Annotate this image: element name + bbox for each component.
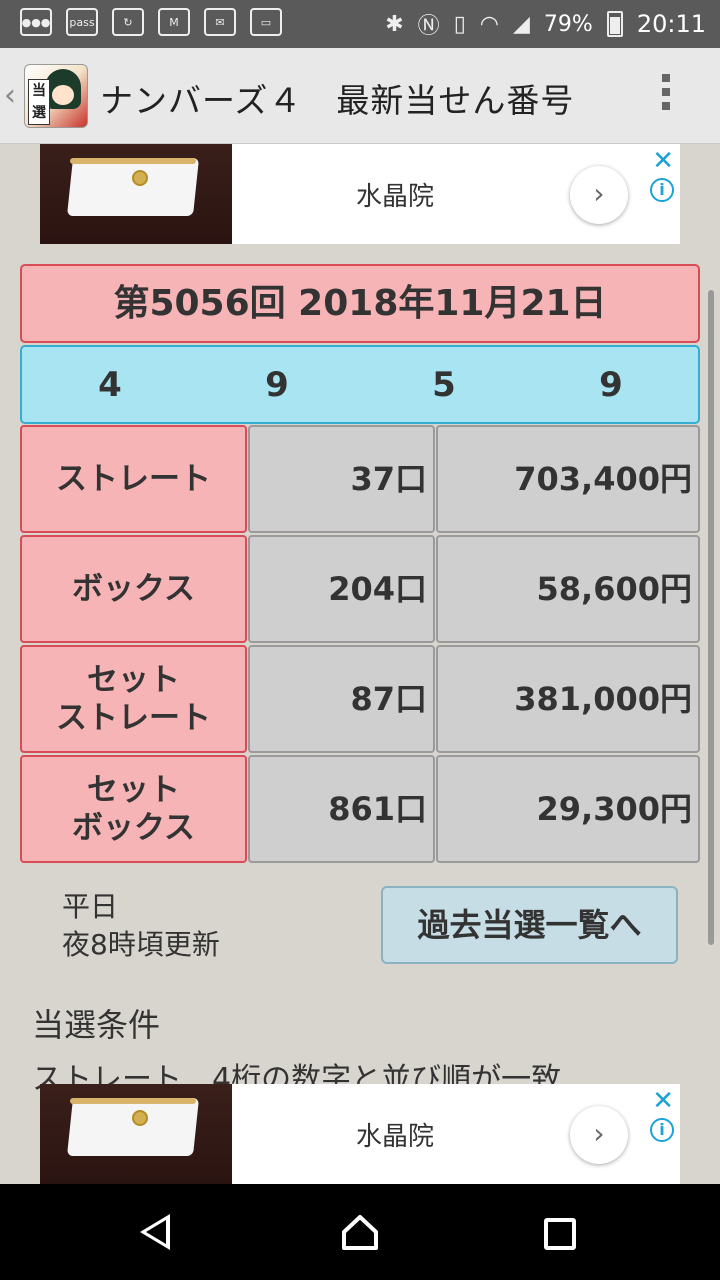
nav-home-icon[interactable] <box>340 1212 380 1252</box>
update-note-line2: 夜8時頃更新 <box>62 928 220 961</box>
ad-info-icon[interactable]: i <box>650 1118 674 1142</box>
prize-amount: 29,300円 <box>436 755 700 863</box>
conditions-title: 当選条件 <box>32 1006 161 1044</box>
pass-icon: pass <box>66 8 98 36</box>
prize-type-label: セット ボックス <box>20 755 247 863</box>
app-logo[interactable]: 当選 <box>24 64 88 128</box>
winner-count: 87口 <box>248 645 435 753</box>
nfc-icon: Ⓝ <box>417 14 440 39</box>
prize-amount: 381,000円 <box>436 645 700 753</box>
prize-type-label: ストレート <box>20 425 247 533</box>
winning-digit-3: 5 <box>432 365 456 405</box>
pass-label: pass <box>69 15 95 29</box>
overflow-menu-icon[interactable] <box>662 74 672 116</box>
prize-row-set-box: セット ボックス 861口 29,300円 <box>20 755 700 863</box>
winning-numbers: 4 9 5 9 <box>20 345 700 424</box>
clock: 20:11 <box>636 10 706 38</box>
bluetooth-icon: ✱ <box>385 11 404 37</box>
prize-amount: 58,600円 <box>436 535 700 643</box>
ad-close-icon[interactable]: ✕ <box>652 146 674 176</box>
ad-banner-top[interactable]: 水晶院 › ✕ i <box>40 144 680 244</box>
message-icon: ●●● <box>20 8 52 36</box>
prize-type-label: セット ストレート <box>20 645 247 753</box>
notification-icons: ●●● pass ↻ M ✉ ▭ <box>20 8 282 36</box>
app-bar: ‹ 当選 ナンバーズ４ 最新当せん番号 <box>0 48 720 144</box>
winning-digit-2: 9 <box>265 365 289 405</box>
prize-amount: 703,400円 <box>436 425 700 533</box>
ad-text: 水晶院 <box>356 1122 435 1152</box>
prize-type-label: ボックス <box>20 535 247 643</box>
winning-digit-4: 9 <box>599 365 623 405</box>
system-nav-bar <box>0 1184 720 1280</box>
ad-banner-bottom[interactable]: 水晶院 › ✕ i <box>40 1084 680 1184</box>
logo-card: 当選 <box>28 79 50 125</box>
scrollbar[interactable] <box>708 290 714 945</box>
past-results-button[interactable]: 過去当選一覧へ <box>381 886 678 964</box>
page-title: ナンバーズ４ 最新当せん番号 <box>100 81 575 120</box>
nav-recents-icon[interactable] <box>544 1218 576 1250</box>
ad-arrow-button[interactable]: › <box>570 166 628 224</box>
battery-percent: 79% <box>543 11 593 37</box>
wifi-icon: ◠ <box>479 11 499 37</box>
battery-icon <box>606 11 623 37</box>
ad-arrow-button[interactable]: › <box>570 1106 628 1164</box>
winning-digit-1: 4 <box>98 365 122 405</box>
sync-icon: ↻ <box>112 8 144 36</box>
logo-character-face <box>52 85 74 105</box>
prize-row-set-straight: セット ストレート 87口 381,000円 <box>20 645 700 753</box>
ad-wallet-image <box>40 1084 232 1184</box>
ad-close-icon[interactable]: ✕ <box>652 1086 674 1116</box>
draw-header: 第5056回 2018年11月21日 <box>20 264 700 343</box>
update-schedule-note: 平日 夜8時頃更新 <box>62 888 220 964</box>
mail-outline-icon: ▭ <box>250 8 282 36</box>
prize-row-straight: ストレート 37口 703,400円 <box>20 425 700 533</box>
prize-row-box: ボックス 204口 58,600円 <box>20 535 700 643</box>
back-chevron-icon[interactable]: ‹ <box>4 78 16 113</box>
status-bar: ●●● pass ↻ M ✉ ▭ ✱ Ⓝ ▯ ◠ ◢ 79% 20:11 <box>0 0 720 48</box>
nav-back-icon-inner <box>146 1220 166 1244</box>
mail-icon: ✉ <box>204 8 236 36</box>
gmail-icon: M <box>158 8 190 36</box>
update-note-line1: 平日 <box>62 890 119 923</box>
ad-info-icon[interactable]: i <box>650 178 674 202</box>
signal-icon: ◢ <box>513 11 530 37</box>
ad-text: 水晶院 <box>356 182 435 212</box>
winner-count: 37口 <box>248 425 435 533</box>
vibrate-icon: ▯ <box>453 11 466 37</box>
winner-count: 204口 <box>248 535 435 643</box>
ad-wallet-image <box>40 144 232 244</box>
winner-count: 861口 <box>248 755 435 863</box>
